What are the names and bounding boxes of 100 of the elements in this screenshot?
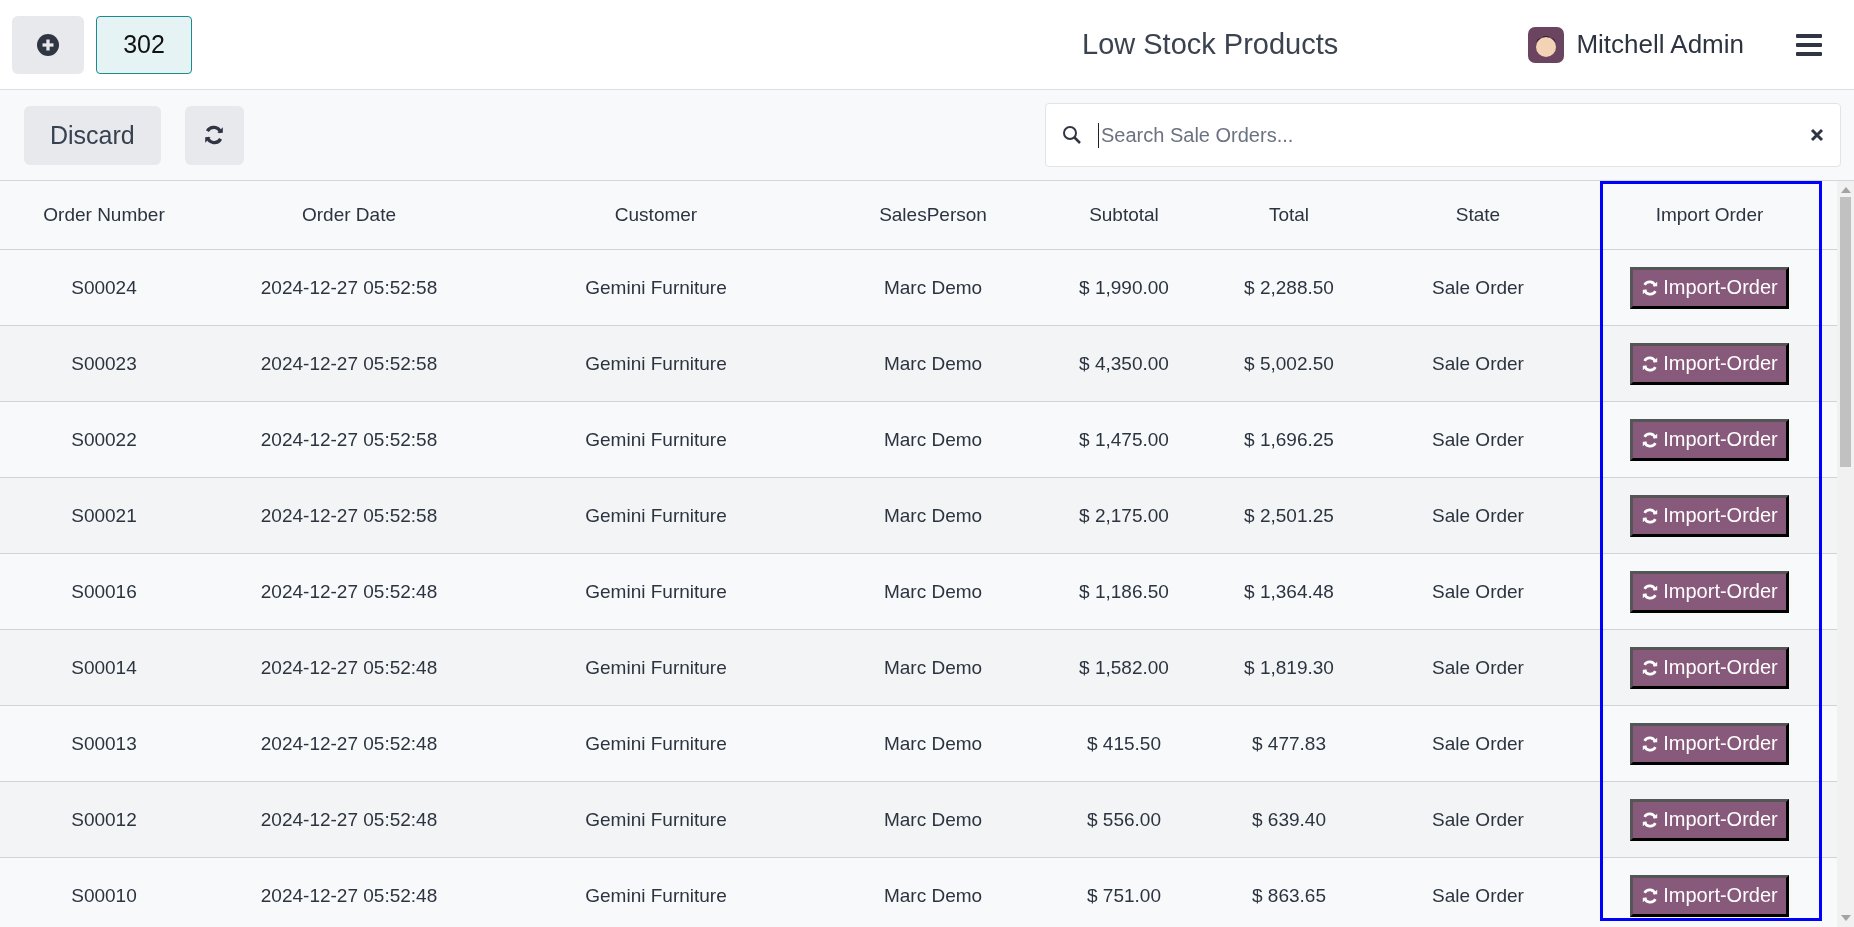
column-header: Subtotal: [1044, 181, 1204, 250]
table-cell: Sale Order: [1374, 249, 1582, 326]
table-cell: $ 639.40: [1204, 781, 1374, 858]
table-cell: Marc Demo: [822, 249, 1044, 326]
column-header: Import Order: [1582, 181, 1837, 250]
refresh-icon: [203, 124, 226, 146]
refresh-icon: [1641, 278, 1660, 297]
column-header: Order Number: [0, 181, 208, 250]
table-cell: Marc Demo: [822, 705, 1044, 782]
user-name[interactable]: Mitchell Admin: [1576, 29, 1744, 60]
table-cell: $ 415.50: [1044, 705, 1204, 782]
table-cell: Sale Order: [1374, 705, 1582, 782]
table-cell: Gemini Furniture: [490, 249, 822, 326]
table-cell: $ 1,475.00: [1044, 401, 1204, 478]
table-cell: Gemini Furniture: [490, 401, 822, 478]
table-cell: $ 5,002.50: [1204, 325, 1374, 402]
table-cell: 2024-12-27 05:52:48: [208, 857, 490, 927]
table-cell: 2024-12-27 05:52:48: [208, 705, 490, 782]
table-cell: S00022: [0, 401, 208, 478]
menu-icon[interactable]: [1796, 33, 1822, 56]
refresh-icon: [1641, 886, 1660, 905]
scrollbar[interactable]: [1837, 181, 1854, 927]
discard-button[interactable]: Discard: [24, 105, 161, 165]
table-cell: Gemini Furniture: [490, 705, 822, 782]
refresh-icon: [1641, 582, 1660, 601]
table-cell: Gemini Furniture: [490, 325, 822, 402]
column-header: Customer: [490, 181, 822, 250]
table-cell: Sale Order: [1374, 857, 1582, 927]
table-cell: S00014: [0, 629, 208, 706]
column-header: Total: [1204, 181, 1374, 250]
table-cell: 2024-12-27 05:52:48: [208, 629, 490, 706]
table-cell: Sale Order: [1374, 325, 1582, 402]
import-order-button[interactable]: Import-Order: [1630, 570, 1789, 613]
close-icon[interactable]: [1810, 128, 1824, 142]
table-cell: S00012: [0, 781, 208, 858]
table-cell: $ 477.83: [1204, 705, 1374, 782]
table-cell: Marc Demo: [822, 401, 1044, 478]
table-cell: 2024-12-27 05:52:48: [208, 781, 490, 858]
table-cell: $ 2,175.00: [1044, 477, 1204, 554]
table-cell: Sale Order: [1374, 401, 1582, 478]
table-cell: Sale Order: [1374, 629, 1582, 706]
table-cell: Marc Demo: [822, 629, 1044, 706]
table-cell: Marc Demo: [822, 325, 1044, 402]
table-cell: 2024-12-27 05:52:58: [208, 477, 490, 554]
import-order-button[interactable]: Import-Order: [1630, 342, 1789, 385]
page-title: Low Stock Products: [1082, 28, 1340, 61]
import-order-button[interactable]: Import-Order: [1630, 266, 1789, 309]
table-cell: Gemini Furniture: [490, 781, 822, 858]
import-order-button[interactable]: Import-Order: [1630, 494, 1789, 537]
add-button[interactable]: [12, 15, 84, 74]
table-cell: S00023: [0, 325, 208, 402]
refresh-icon: [1641, 430, 1660, 449]
table-cell: S00021: [0, 477, 208, 554]
table-cell: $ 556.00: [1044, 781, 1204, 858]
table-cell: $ 1,990.00: [1044, 249, 1204, 326]
table-cell: 2024-12-27 05:52:48: [208, 553, 490, 630]
search-field[interactable]: Search Sale Orders...: [1045, 103, 1841, 167]
table-cell: S00024: [0, 249, 208, 326]
table-cell: Gemini Furniture: [490, 553, 822, 630]
column-header: State: [1374, 181, 1582, 250]
table-cell: Gemini Furniture: [490, 629, 822, 706]
table-cell: S00010: [0, 857, 208, 927]
table-cell: Gemini Furniture: [490, 477, 822, 554]
table-cell: Sale Order: [1374, 477, 1582, 554]
table-cell: Marc Demo: [822, 857, 1044, 927]
table-cell: 2024-12-27 05:52:58: [208, 401, 490, 478]
search-icon: [1062, 125, 1082, 145]
table-cell: $ 1,364.48: [1204, 553, 1374, 630]
import-order-button[interactable]: Import-Order: [1630, 646, 1789, 689]
refresh-icon: [1641, 658, 1660, 677]
refresh-icon: [1641, 734, 1660, 753]
table-cell: $ 2,288.50: [1204, 249, 1374, 326]
search-input[interactable]: Search Sale Orders...: [1098, 122, 1794, 148]
table-cell: S00013: [0, 705, 208, 782]
table-cell: Marc Demo: [822, 781, 1044, 858]
refresh-icon: [1641, 354, 1660, 373]
table-cell: Sale Order: [1374, 553, 1582, 630]
table-cell: $ 2,501.25: [1204, 477, 1374, 554]
refresh-button[interactable]: [184, 105, 244, 165]
counter-field[interactable]: 302: [96, 15, 192, 74]
table-cell: S00016: [0, 553, 208, 630]
table-cell: $ 1,819.30: [1204, 629, 1374, 706]
table-cell: Gemini Furniture: [490, 857, 822, 927]
table-cell: $ 4,350.00: [1044, 325, 1204, 402]
table-cell: Marc Demo: [822, 477, 1044, 554]
plus-circle-icon: [37, 33, 59, 56]
table-cell: $ 1,696.25: [1204, 401, 1374, 478]
column-header: SalesPerson: [822, 181, 1044, 250]
import-order-button[interactable]: Import-Order: [1630, 418, 1789, 461]
avatar-icon: [1528, 26, 1565, 63]
import-order-button[interactable]: Import-Order: [1630, 798, 1789, 841]
import-order-button[interactable]: Import-Order: [1630, 722, 1789, 765]
refresh-icon: [1641, 810, 1660, 829]
table-cell: $ 863.65: [1204, 857, 1374, 927]
table-cell: Sale Order: [1374, 781, 1582, 858]
table-cell: 2024-12-27 05:52:58: [208, 249, 490, 326]
refresh-icon: [1641, 506, 1660, 525]
table-cell: 2024-12-27 05:52:58: [208, 325, 490, 402]
table-cell: $ 1,582.00: [1044, 629, 1204, 706]
import-order-button[interactable]: Import-Order: [1630, 874, 1789, 917]
